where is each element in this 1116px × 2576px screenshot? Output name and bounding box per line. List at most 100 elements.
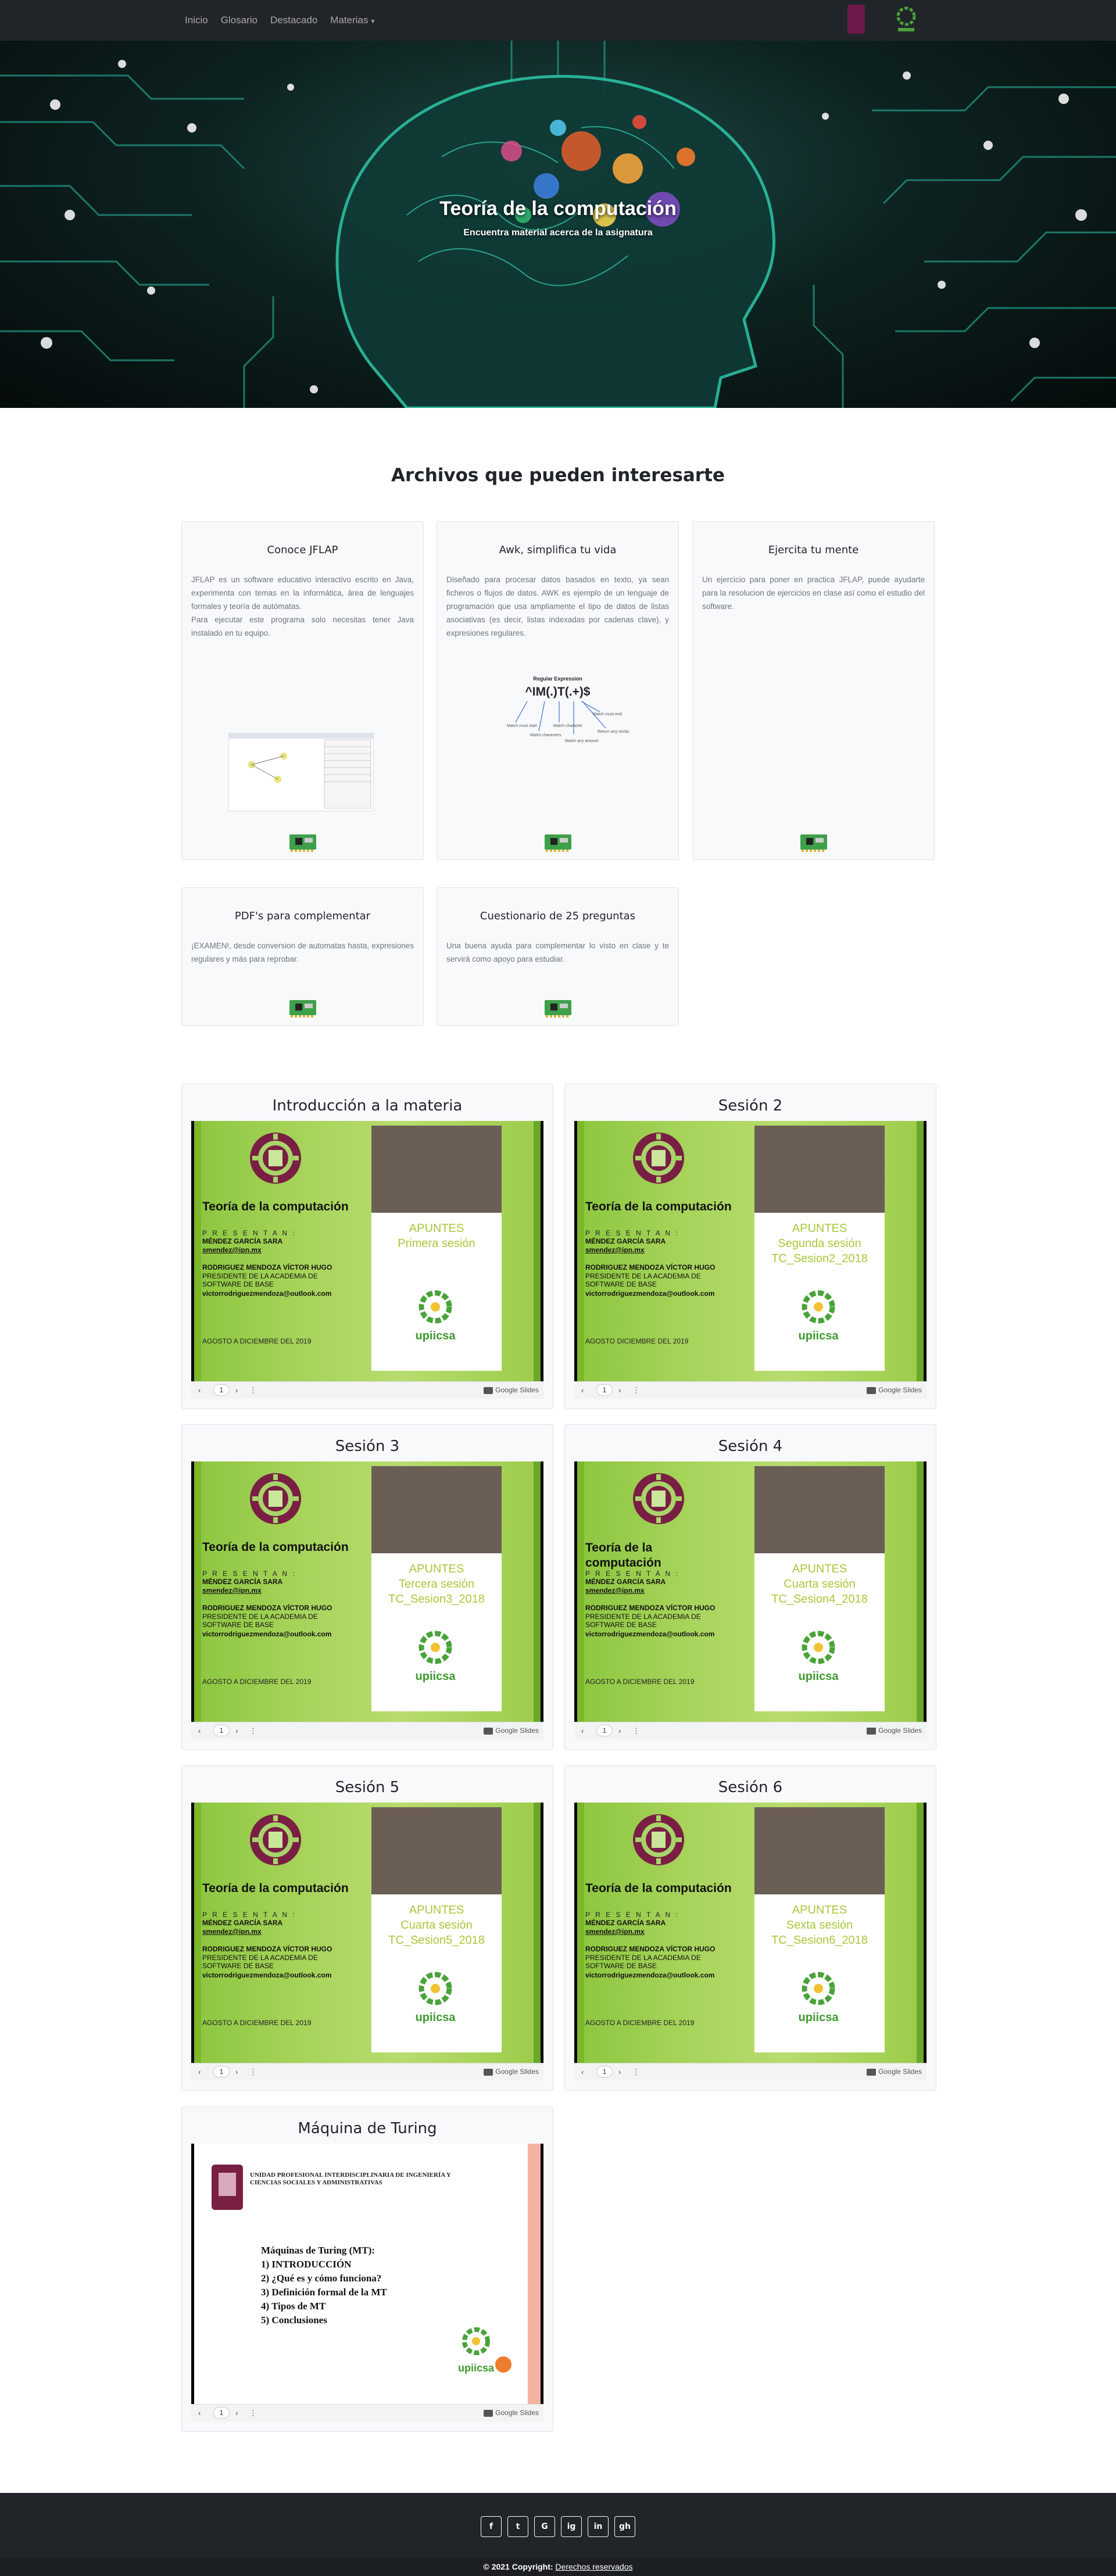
slide-professor-role: PRESIDENTE DE LA ACADEMIA DE SOFTWARE DE… [202, 1954, 318, 1970]
ipn-seal-image [250, 1133, 301, 1184]
google-slides-link[interactable]: Google Slides [867, 2068, 922, 2076]
presentation-title: Sesión 6 [718, 1779, 783, 1796]
slides-embed[interactable]: Teoría de la computación P R E S E N T A… [191, 1461, 543, 1739]
turing-topic: 3) Definición formal de la MT [261, 2287, 387, 2298]
github-icon[interactable]: gh [614, 2516, 635, 2537]
google-slides-link[interactable]: Google Slides [484, 1386, 539, 1394]
slide-professor-role: PRESIDENTE DE LA ACADEMIA DE SOFTWARE DE… [585, 1272, 701, 1288]
next-slide-icon[interactable]: › [618, 1726, 621, 1735]
more-options-icon[interactable]: ⋮ [249, 2068, 257, 2077]
prev-slide-icon[interactable]: ‹ [581, 1726, 584, 1735]
more-options-icon[interactable]: ⋮ [249, 1726, 257, 1736]
linkedin-icon[interactable]: in [588, 2516, 609, 2537]
slide-subject: Teoría de la computación [585, 1882, 732, 1895]
prev-slide-icon[interactable]: ‹ [581, 1386, 584, 1395]
turing-topic: 1) INTRODUCCIÓN [261, 2259, 352, 2270]
download-chip-icon[interactable] [288, 831, 317, 853]
next-slide-icon[interactable]: › [618, 1386, 621, 1395]
slide-page-number[interactable]: 1 [213, 1384, 230, 1396]
slides-embed[interactable]: Teoría de la computación P R E S E N T A… [191, 1121, 543, 1399]
download-chip-icon[interactable] [543, 831, 573, 853]
slide-professor-email: victorrodriguezmendoza@outlook.com [202, 1630, 332, 1638]
google-slides-icon [867, 1727, 877, 1735]
slide-date: AGOSTO A DICIEMBRE DEL 2019 [585, 2019, 695, 2027]
slide-professor-email: victorrodriguezmendoza@outlook.com [585, 1971, 715, 1979]
slide-accent-bar [528, 2144, 541, 2404]
nav-link-glosario[interactable]: Glosario [221, 15, 257, 26]
download-chip-icon[interactable] [543, 997, 573, 1019]
card-title: Awk, simplifica tu vida [499, 544, 617, 556]
slide-date: AGOSTO A DICIEMBRE DEL 2019 [202, 1337, 312, 1345]
regex-example: ^IM(.)T(.+)$ [525, 685, 591, 698]
regex-diagram: Match must start Match characters Match ch… [507, 701, 629, 743]
slide-preview: Teoría de la computación P R E S E N T A… [194, 1461, 541, 1722]
slides-embed[interactable]: Teoría de la computación P R E S E N T A… [574, 1121, 927, 1399]
google-slides-link[interactable]: Google Slides [484, 2068, 539, 2076]
hero-title: Teoría de la computación [439, 198, 677, 220]
slides-embed[interactable]: Teoría de la computación P R E S E N T A… [191, 1803, 543, 2080]
slide-page-number[interactable]: 1 [596, 2066, 613, 2077]
slide-student: MÉNDEZ GARCÍA SARA [202, 1919, 283, 1927]
more-options-icon[interactable]: ⋮ [632, 1386, 640, 1395]
google-slides-link[interactable]: Google Slides [867, 1726, 922, 1735]
google-slides-link[interactable]: Google Slides [484, 2409, 539, 2417]
card-jflap: Conoce JFLAP JFLAP es un software educat… [181, 521, 424, 860]
slides-embed[interactable]: Teoría de la computación P R E S E N T A… [574, 1461, 927, 1739]
google-slides-link[interactable]: Google Slides [867, 1386, 922, 1394]
ipn-logo[interactable] [847, 5, 865, 34]
nav-link-inicio[interactable]: Inicio [185, 15, 208, 26]
slide-date: AGOSTO A DICIEMBRE DEL 2019 [202, 1678, 312, 1686]
slide-file: TC_Sesion4_2018 [771, 1593, 868, 1606]
nav-dropdown-materias[interactable]: Materias ▼ [330, 15, 375, 26]
twitter-icon[interactable]: t [507, 2516, 528, 2537]
google-icon[interactable]: G [534, 2516, 555, 2537]
download-chip-icon[interactable] [799, 831, 828, 853]
slides-embed[interactable]: Teoría de la computación P R E S E N T A… [574, 1803, 927, 2080]
next-slide-icon[interactable]: › [235, 1386, 238, 1395]
instagram-icon[interactable]: ig [561, 2516, 582, 2537]
section-title: Archivos que pueden interesarte [391, 465, 725, 486]
prev-slide-icon[interactable]: ‹ [198, 1726, 201, 1735]
prev-slide-icon[interactable]: ‹ [198, 1386, 201, 1395]
slide-presentan: P R E S E N T A N : [585, 1570, 679, 1578]
slide-student-email: smendez@ipn.mx [202, 1246, 262, 1254]
prev-slide-icon[interactable]: ‹ [198, 2409, 201, 2417]
google-slides-label: Google Slides [878, 1386, 922, 1394]
card-text: JFLAP es un software educativo interacti… [191, 573, 414, 640]
slide-page-number[interactable]: 1 [213, 2407, 230, 2419]
download-chip-icon[interactable] [288, 997, 317, 1019]
google-slides-link[interactable]: Google Slides [484, 1726, 539, 1735]
upiicsa-logo-image: upiicsa [799, 1290, 839, 1342]
next-slide-icon[interactable]: › [235, 1726, 238, 1735]
card-title: Ejercita tu mente [768, 544, 859, 556]
prev-slide-icon[interactable]: ‹ [581, 2068, 584, 2076]
slides-embed[interactable]: UNIDAD PROFESIONAL INTERDISCIPLINARIA DE… [191, 2144, 543, 2421]
slide-panel: APUNTES Sexta sesión TC_Sesion6_2018 upi… [754, 1894, 885, 2052]
next-slide-icon[interactable]: › [235, 2409, 238, 2417]
more-options-icon[interactable]: ⋮ [249, 1386, 257, 1395]
ipn-seal-image [250, 1814, 301, 1865]
facebook-icon[interactable]: f [481, 2516, 502, 2537]
upiicsa-logo[interactable] [894, 3, 918, 35]
slide-panel-dark [371, 1126, 502, 1213]
slide-page-number[interactable]: 1 [596, 1384, 613, 1396]
more-options-icon[interactable]: ⋮ [249, 2409, 257, 2418]
copyright-text: © 2021 Copyright: [483, 2562, 556, 2571]
slide-page-number[interactable]: 1 [213, 2066, 230, 2077]
slides-controls: ‹ 1 › ⋮ Google Slides [574, 1381, 927, 1399]
slide-page-number[interactable]: 1 [213, 1725, 230, 1736]
slide-page-number[interactable]: 1 [596, 1725, 613, 1736]
copyright-link[interactable]: Derechos reservados [555, 2562, 632, 2571]
slide-strip [577, 1803, 584, 2063]
next-slide-icon[interactable]: › [618, 2068, 621, 2076]
nav-link-destacado[interactable]: Destacado [270, 15, 317, 26]
more-options-icon[interactable]: ⋮ [632, 1726, 640, 1736]
more-options-icon[interactable]: ⋮ [632, 2068, 640, 2077]
slides-controls: ‹ 1 › ⋮ Google Slides [191, 1381, 543, 1399]
next-slide-icon[interactable]: › [235, 2068, 238, 2076]
upiicsa-wordmark: upiicsa [799, 1330, 839, 1342]
slide-date: AGOSTO A DICIEMBRE DEL 2019 [585, 1678, 695, 1686]
prev-slide-icon[interactable]: ‹ [198, 2068, 201, 2076]
slide-professor-email: victorrodriguezmendoza@outlook.com [202, 1289, 332, 1298]
slide-panel-dark [754, 1466, 885, 1553]
